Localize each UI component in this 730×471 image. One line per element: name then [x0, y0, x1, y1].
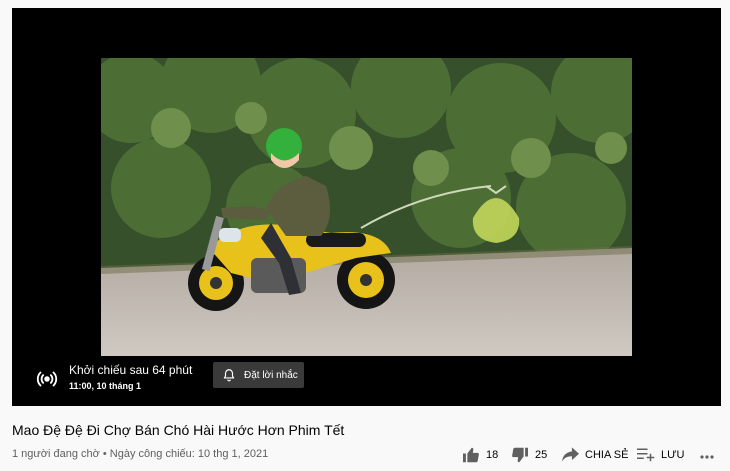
more-icon[interactable] [700, 455, 714, 459]
thumbs-up-icon [463, 447, 479, 463]
video-meta: 1 người đang chờ • Ngày công chiếu: 10 t… [12, 448, 269, 460]
share-label: CHIA SẺ [585, 448, 629, 461]
set-reminder-button[interactable]: Đặt lời nhắc [213, 362, 304, 388]
like-button[interactable]: 18 [462, 447, 498, 463]
video-title: Mao Đệ Đệ Đi Chợ Bán Chó Hài Hước Hơn Ph… [12, 422, 345, 438]
live-broadcast-icon [36, 371, 58, 387]
premiere-overlay: Khởi chiếu sau 64 phút 11:00, 10 tháng 1… [12, 356, 721, 406]
bell-icon [223, 369, 235, 382]
video-player[interactable]: Khởi chiếu sau 64 phút 11:00, 10 tháng 1… [12, 8, 721, 406]
thumbs-down-icon [512, 447, 528, 463]
share-icon [562, 447, 579, 462]
video-frame-image [101, 58, 632, 356]
dislike-count: 25 [535, 449, 548, 461]
share-button[interactable]: CHIA SẺ [562, 447, 628, 462]
playlist-add-icon [637, 448, 655, 462]
premiere-countdown: Khởi chiếu sau 64 phút [69, 363, 193, 377]
dislike-button[interactable]: 25 [511, 447, 547, 463]
video-thumbnail[interactable] [101, 58, 632, 356]
set-reminder-label: Đặt lời nhắc [244, 369, 298, 381]
premiere-time: 11:00, 10 tháng 1 [69, 381, 142, 391]
like-count: 18 [486, 449, 499, 461]
save-label: LƯU [661, 448, 685, 461]
save-button[interactable]: LƯU [637, 447, 684, 462]
